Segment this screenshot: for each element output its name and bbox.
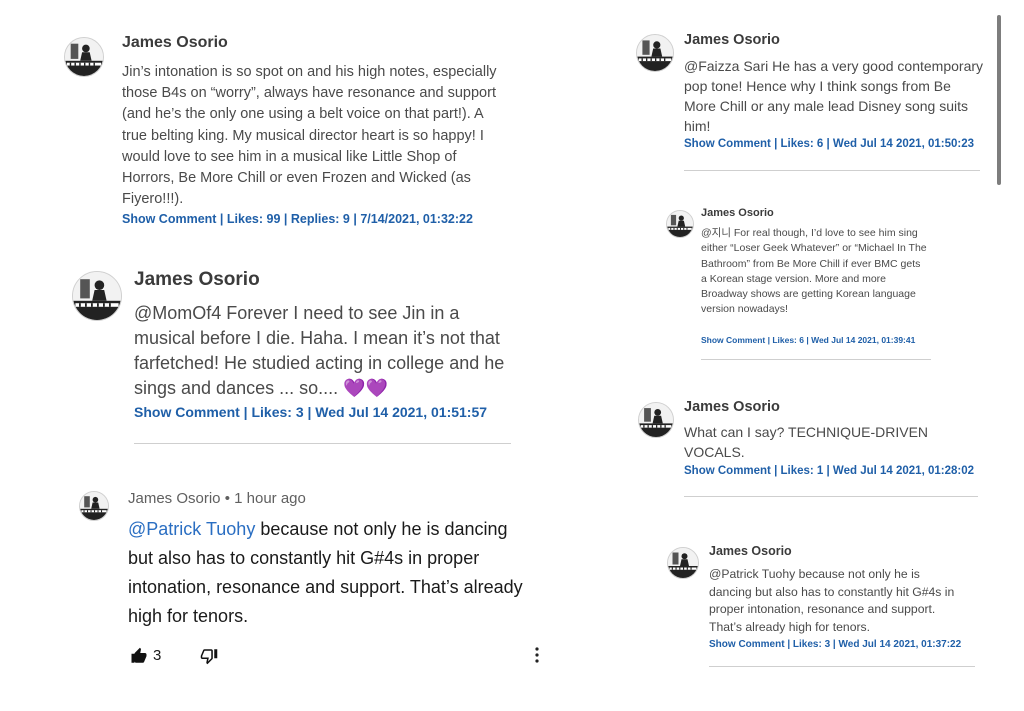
more-vert-icon [535, 647, 539, 663]
comment-meta-link[interactable]: Show Comment | Likes: 6 | Wed Jul 14 202… [684, 138, 974, 150]
comment-author[interactable]: James Osorio [684, 399, 780, 415]
like-count: 3 [153, 647, 162, 664]
comment-text: What can I say? TECHNIQUE-DRIVEN VOCALS. [684, 424, 929, 460]
piano-player-avatar-icon [667, 211, 693, 237]
divider [134, 443, 511, 444]
divider [684, 170, 980, 171]
comment-author[interactable]: James Osorio [684, 32, 780, 48]
thumbs-down-icon [200, 649, 218, 665]
divider [701, 359, 931, 360]
piano-player-avatar-icon [80, 492, 108, 520]
like-button[interactable] [130, 647, 150, 665]
comment-author[interactable]: James Osorio [709, 544, 792, 558]
avatar[interactable] [72, 271, 122, 321]
comment-text: @Faizza Sari He has a very good contempo… [684, 58, 984, 134]
avatar[interactable] [667, 547, 699, 579]
avatar[interactable] [64, 37, 104, 77]
purple-heart-icons: 💜💜 [343, 378, 388, 398]
piano-player-avatar-icon [639, 403, 673, 437]
divider [684, 496, 978, 497]
thumbs-up-icon [131, 647, 147, 663]
comment-author[interactable]: James Osorio [128, 490, 221, 507]
avatar[interactable] [638, 402, 674, 438]
piano-player-avatar-icon [668, 548, 698, 578]
piano-player-avatar-icon [73, 272, 121, 320]
avatar[interactable] [636, 34, 674, 72]
scrollbar[interactable] [997, 15, 1001, 185]
comment-text: @지니 For real though, I’d love to see him… [701, 227, 927, 316]
avatar[interactable] [666, 210, 694, 238]
piano-player-avatar-icon [65, 38, 103, 76]
comment-text: Jin’s intonation is so spot on and his h… [122, 64, 497, 208]
comment-meta-link[interactable]: Show Comment | Likes: 6 | Wed Jul 14 202… [701, 335, 915, 345]
comment-header: James Osorio • 1 hour ago [128, 490, 306, 507]
separator-dot: • [224, 490, 230, 507]
comment-text: @Patrick Tuohy because not only he is da… [709, 567, 955, 634]
mention-link[interactable]: @Patrick Tuohy [128, 519, 255, 539]
comment-author[interactable]: James Osorio [134, 269, 260, 291]
comment-text: @Patrick Tuohy because not only he is da… [128, 519, 523, 626]
comment-meta-link[interactable]: Show Comment | Likes: 3 | Wed Jul 14 202… [709, 639, 961, 650]
comment-text: @MomOf4 Forever I need to see Jin in a m… [134, 303, 505, 398]
piano-player-avatar-icon [637, 35, 673, 71]
avatar[interactable] [79, 491, 109, 521]
comment-author[interactable]: James Osorio [701, 207, 774, 219]
more-options-button[interactable] [532, 645, 542, 665]
dislike-button[interactable] [200, 647, 220, 665]
comment-timestamp: 1 hour ago [234, 490, 306, 507]
comment-author[interactable]: James Osorio [122, 34, 228, 52]
comment-meta-link[interactable]: Show Comment | Likes: 3 | Wed Jul 14 202… [134, 404, 487, 420]
divider [709, 666, 975, 667]
comment-meta-link[interactable]: Show Comment | Likes: 1 | Wed Jul 14 202… [684, 465, 974, 477]
comment-meta-link[interactable]: Show Comment | Likes: 99 | Replies: 9 | … [122, 212, 473, 226]
